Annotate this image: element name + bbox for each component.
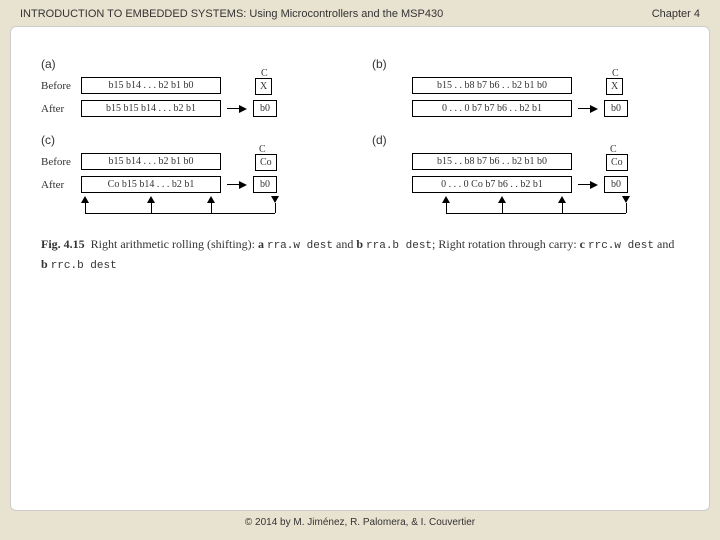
diagram-grid: (a) Before b15 b14 . . . b2 b1 b0 C X Af…	[41, 57, 679, 217]
after-bits-a: b15 b15 b14 . . . b2 b1	[81, 100, 221, 117]
panel-b: (b) b15 . . b8 b7 b6 . . b2 b1 b0 C X 0 …	[372, 57, 679, 123]
page-footer: © 2014 by M. Jiménez, R. Palomera, & I. …	[0, 513, 720, 532]
after-carry-c: b0	[253, 176, 277, 193]
before-label: Before	[41, 80, 75, 92]
panel-b-label: (b)	[372, 57, 679, 71]
before-carry-b: X	[606, 78, 623, 95]
panel-c: (c) Before b15 b14 . . . b2 b1 b0 C Co A…	[41, 133, 348, 217]
before-bits-c: b15 b14 . . . b2 b1 b0	[81, 153, 221, 170]
panel-d-label: (d)	[372, 133, 679, 147]
panel-c-label: (c)	[41, 133, 348, 147]
c-label: C	[610, 144, 617, 155]
after-label: After	[41, 103, 75, 115]
arrow-right-icon	[578, 105, 598, 113]
arrow-right-icon	[227, 181, 247, 189]
before-carry-a: X	[255, 78, 272, 95]
c-label: C	[261, 68, 268, 79]
fig-number: Fig. 4.15	[41, 237, 85, 251]
arrow-right-icon	[578, 181, 598, 189]
c-label: C	[612, 68, 619, 79]
before-bits-b: b15 . . b8 b7 b6 . . b2 b1 b0	[412, 77, 572, 94]
after-carry-d: b0	[604, 176, 628, 193]
panel-d: (d) b15 . . b8 b7 b6 . . b2 b1 b0 C Co 0…	[372, 133, 679, 217]
feedback-arrows-d	[412, 199, 679, 217]
arrow-right-icon	[227, 105, 247, 113]
before-bits-a: b15 b14 . . . b2 b1 b0	[81, 77, 221, 94]
figure-caption: Fig. 4.15 Right arithmetic rolling (shif…	[41, 235, 679, 274]
before-bits-d: b15 . . b8 b7 b6 . . b2 b1 b0	[412, 153, 572, 170]
before-carry-d: Co	[606, 154, 628, 171]
content-area: (a) Before b15 b14 . . . b2 b1 b0 C X Af…	[10, 26, 710, 511]
before-label: Before	[41, 156, 75, 168]
panel-a-label: (a)	[41, 57, 348, 71]
chapter-label: Chapter 4	[652, 8, 700, 20]
panel-a: (a) Before b15 b14 . . . b2 b1 b0 C X Af…	[41, 57, 348, 123]
after-carry-a: b0	[253, 100, 277, 117]
after-carry-b: b0	[604, 100, 628, 117]
feedback-arrows-c	[81, 199, 348, 217]
after-bits-d: 0 . . . 0 Co b7 b6 . . b2 b1	[412, 176, 572, 193]
c-label: C	[259, 144, 266, 155]
after-label: After	[41, 179, 75, 191]
before-carry-c: Co	[255, 154, 277, 171]
book-title: INTRODUCTION TO EMBEDDED SYSTEMS: Using …	[20, 8, 443, 20]
page-header: INTRODUCTION TO EMBEDDED SYSTEMS: Using …	[0, 0, 720, 24]
after-bits-b: 0 . . . 0 b7 b7 b6 . . b2 b1	[412, 100, 572, 117]
after-bits-c: Co b15 b14 . . . b2 b1	[81, 176, 221, 193]
